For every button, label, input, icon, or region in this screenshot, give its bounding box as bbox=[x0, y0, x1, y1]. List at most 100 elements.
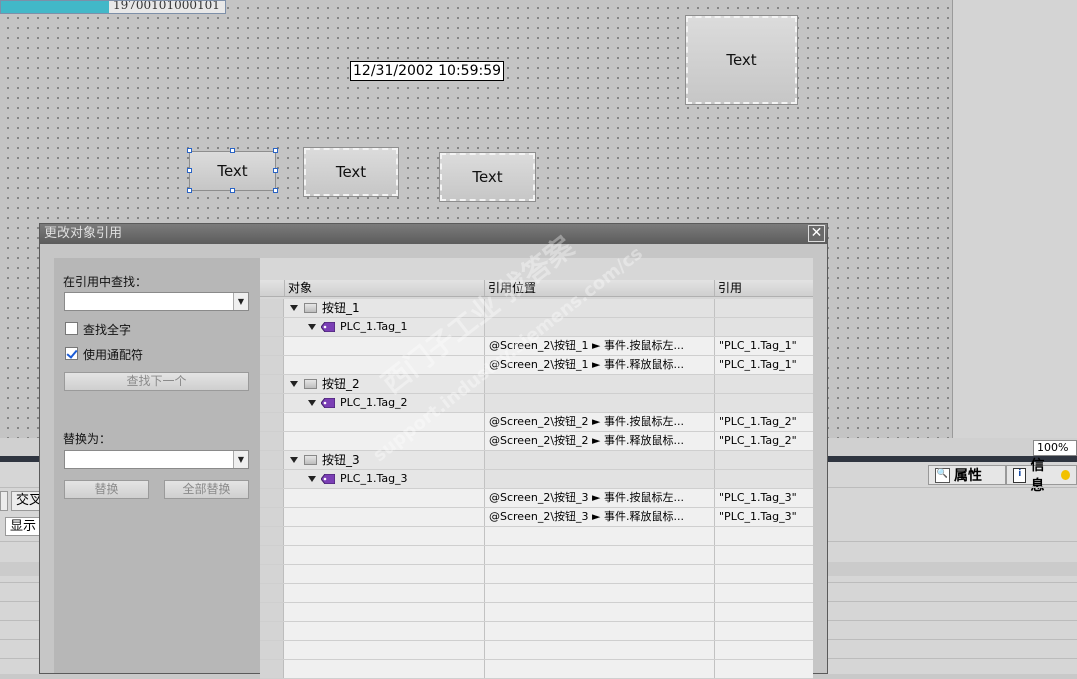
header-gutter bbox=[260, 280, 284, 296]
expand-triangle-icon[interactable] bbox=[290, 457, 298, 463]
selection-handle[interactable] bbox=[230, 188, 235, 193]
dialog-title[interactable]: 更改对象引用 bbox=[40, 224, 827, 244]
expand-triangle-icon[interactable] bbox=[290, 381, 298, 387]
expand-triangle-icon[interactable] bbox=[308, 400, 316, 406]
cell-object bbox=[284, 508, 484, 526]
zoom-field[interactable]: 100% bbox=[1033, 440, 1077, 456]
table-row[interactable]: 按钮_3 bbox=[260, 451, 813, 470]
cell-location bbox=[484, 603, 714, 621]
chevron-down-icon[interactable]: ▼ bbox=[233, 451, 248, 468]
table-row[interactable] bbox=[260, 603, 813, 622]
table-row[interactable]: @Screen_2\按钮_2 ► 事件.释放鼠标... "PLC_1.Tag_2" bbox=[260, 432, 813, 451]
cell-reference bbox=[714, 470, 813, 488]
selection-handle[interactable] bbox=[273, 188, 278, 193]
cell-object bbox=[284, 641, 484, 659]
selection-handle[interactable] bbox=[187, 148, 192, 153]
table-row[interactable] bbox=[260, 546, 813, 565]
cell-location bbox=[484, 394, 714, 412]
tab-properties[interactable]: 🔍 属性 bbox=[928, 465, 1006, 485]
datetime-field[interactable]: 12/31/2002 10:59:59 bbox=[350, 61, 504, 81]
table-row[interactable] bbox=[260, 527, 813, 546]
selection-handle[interactable] bbox=[187, 168, 192, 173]
cell-reference bbox=[714, 546, 813, 564]
row-gutter bbox=[260, 337, 284, 355]
text-button-3[interactable]: Text bbox=[439, 152, 536, 202]
table-row[interactable] bbox=[260, 660, 813, 679]
table-row[interactable]: 按钮_2 bbox=[260, 375, 813, 394]
cell-location: @Screen_2\按钮_2 ► 事件.按鼠标左... bbox=[484, 413, 714, 431]
cell-reference: "PLC_1.Tag_3" bbox=[714, 508, 813, 526]
column-header-reference[interactable]: 引用 bbox=[714, 280, 813, 296]
match-whole-word-label: 查找全字 bbox=[83, 323, 132, 337]
tab-left-stub[interactable] bbox=[0, 491, 8, 511]
cell-reference bbox=[714, 527, 813, 545]
chevron-down-icon[interactable]: ▼ bbox=[233, 293, 248, 310]
expand-triangle-icon[interactable] bbox=[308, 324, 316, 330]
table-row[interactable]: @Screen_2\按钮_1 ► 事件.按鼠标左... "PLC_1.Tag_1" bbox=[260, 337, 813, 356]
cell-object bbox=[284, 565, 484, 583]
text-button-2[interactable]: Text bbox=[303, 147, 399, 197]
cell-location bbox=[484, 584, 714, 602]
row-gutter bbox=[260, 470, 284, 488]
button-object-icon bbox=[304, 303, 317, 313]
table-row[interactable]: @Screen_2\按钮_3 ► 事件.按鼠标左... "PLC_1.Tag_3" bbox=[260, 489, 813, 508]
tag-name: PLC_1.Tag_1 bbox=[340, 320, 408, 333]
cell-object: 按钮_1 bbox=[284, 299, 484, 317]
expand-triangle-icon[interactable] bbox=[290, 305, 298, 311]
expand-triangle-icon[interactable] bbox=[308, 476, 316, 482]
text-button-4[interactable]: Text bbox=[685, 15, 798, 105]
replace-button[interactable]: 替换 bbox=[64, 480, 149, 499]
reference-table: 对象 引用位置 引用 按钮_1 PLC_1.Tag_1 @Screen_2\按钮_1… bbox=[260, 258, 813, 679]
cell-reference bbox=[714, 584, 813, 602]
tab-info[interactable]: i 信息 bbox=[1006, 458, 1077, 494]
cell-reference bbox=[714, 375, 813, 393]
cell-location bbox=[484, 622, 714, 640]
io-field[interactable]: 19700101000101 bbox=[0, 0, 226, 14]
table-row[interactable] bbox=[260, 565, 813, 584]
cell-location: @Screen_2\按钮_1 ► 事件.释放鼠标... bbox=[484, 356, 714, 374]
replace-all-button[interactable]: 全部替换 bbox=[164, 480, 249, 499]
table-row[interactable]: @Screen_2\按钮_2 ► 事件.按鼠标左... "PLC_1.Tag_2" bbox=[260, 413, 813, 432]
cell-reference: "PLC_1.Tag_2" bbox=[714, 413, 813, 431]
close-icon[interactable]: ✕ bbox=[808, 225, 825, 242]
table-row[interactable]: @Screen_2\按钮_1 ► 事件.释放鼠标... "PLC_1.Tag_1" bbox=[260, 356, 813, 375]
table-header: 对象 引用位置 引用 bbox=[260, 280, 813, 297]
cell-object bbox=[284, 489, 484, 507]
cell-object bbox=[284, 546, 484, 564]
row-gutter bbox=[260, 356, 284, 374]
search-input[interactable]: ▼ bbox=[64, 292, 249, 311]
row-gutter bbox=[260, 546, 284, 564]
selection-handle[interactable] bbox=[273, 168, 278, 173]
column-header-object[interactable]: 对象 bbox=[284, 280, 484, 296]
cell-location: @Screen_2\按钮_3 ► 事件.释放鼠标... bbox=[484, 508, 714, 526]
cell-location bbox=[484, 451, 714, 469]
table-row[interactable]: @Screen_2\按钮_3 ► 事件.释放鼠标... "PLC_1.Tag_3" bbox=[260, 508, 813, 527]
selection-handle[interactable] bbox=[273, 148, 278, 153]
cell-object bbox=[284, 337, 484, 355]
column-header-location[interactable]: 引用位置 bbox=[484, 280, 714, 296]
replace-input[interactable]: ▼ bbox=[64, 450, 249, 469]
cell-reference bbox=[714, 299, 813, 317]
table-row[interactable] bbox=[260, 641, 813, 660]
find-next-button[interactable]: 查找下一个 bbox=[64, 372, 249, 391]
use-wildcards-checkbox[interactable] bbox=[65, 347, 78, 360]
table-row[interactable]: PLC_1.Tag_2 bbox=[260, 394, 813, 413]
cell-object bbox=[284, 584, 484, 602]
table-row[interactable]: 按钮_1 bbox=[260, 299, 813, 318]
table-row[interactable]: PLC_1.Tag_3 bbox=[260, 470, 813, 489]
plc-tag-icon bbox=[321, 322, 335, 332]
table-row[interactable]: PLC_1.Tag_1 bbox=[260, 318, 813, 337]
selection-handle[interactable] bbox=[230, 148, 235, 153]
table-row[interactable] bbox=[260, 584, 813, 603]
table-row[interactable] bbox=[260, 622, 813, 641]
button-object-icon bbox=[304, 455, 317, 465]
cell-location bbox=[484, 660, 714, 678]
tab-properties-label: 属性 bbox=[954, 468, 982, 484]
cell-object: 按钮_3 bbox=[284, 451, 484, 469]
cell-location: @Screen_2\按钮_1 ► 事件.按鼠标左... bbox=[484, 337, 714, 355]
text-button-1[interactable]: Text bbox=[189, 151, 276, 191]
cell-location bbox=[484, 375, 714, 393]
selection-handle[interactable] bbox=[187, 188, 192, 193]
match-whole-word-checkbox[interactable] bbox=[65, 322, 78, 335]
row-gutter bbox=[260, 413, 284, 431]
